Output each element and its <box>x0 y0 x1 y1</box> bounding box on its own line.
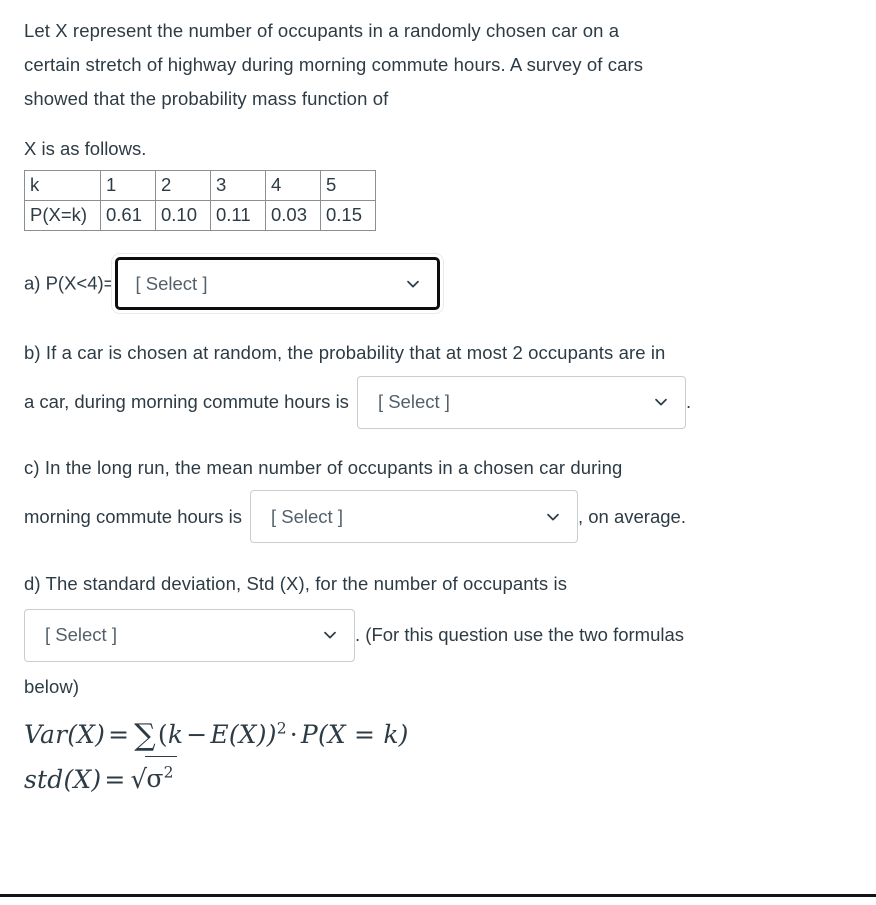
table-cell-p-1: 0.61 <box>100 200 156 231</box>
table-cell-p-4: 0.03 <box>265 200 321 231</box>
table-header-k: k <box>24 170 101 201</box>
part-a-prefix: a) P(X<4)= <box>24 272 115 294</box>
part-c-line-1: c) In the long run, the mean number of o… <box>24 456 623 478</box>
table-cell-p-2: 0.10 <box>155 200 211 231</box>
bottom-divider <box>0 894 876 897</box>
intro-line-2: certain stretch of highway during mornin… <box>24 54 644 75</box>
std-exponent: 2 <box>163 763 174 782</box>
std-sigma: σ <box>146 763 164 793</box>
summation-icon: ∑ <box>134 717 156 753</box>
part-d-select[interactable]: [ Select ] <box>24 608 355 662</box>
part-b-line-1: b) If a car is chosen at random, the pro… <box>24 342 666 363</box>
variance-k: k <box>167 719 184 749</box>
part-b-prefix: a car, during morning commute hours is <box>24 391 349 413</box>
std-formula: std(X) = √σ2 <box>24 755 852 802</box>
chevron-down-icon <box>545 509 561 525</box>
part-c-prefix: morning commute hours is <box>24 505 242 527</box>
part-d-line-3: below) <box>24 675 80 697</box>
problem-statement: Let X represent the number of occupants … <box>24 14 852 116</box>
table-header-probability: P(X=k) <box>24 200 101 231</box>
variance-lhs: Var(X) <box>24 719 106 749</box>
part-c-answer-row: morning commute hours is [ Select ] , on… <box>24 489 852 544</box>
variance-dot: · <box>289 719 298 749</box>
part-c-select[interactable]: [ Select ] <box>249 490 578 544</box>
variance-minus: − <box>186 719 208 749</box>
chevron-down-icon <box>405 276 421 292</box>
variance-ex: E(X)) <box>210 719 277 749</box>
part-b-select-value: [ Select ] <box>377 391 450 413</box>
part-b-suffix: . <box>685 391 692 413</box>
part-b: b) If a car is chosen at random, the pro… <box>24 336 852 429</box>
part-b-answer-row: a car, during morning commute hours is [… <box>24 374 852 429</box>
part-c-select-value: [ Select ] <box>270 505 343 527</box>
variance-open-paren: ( <box>157 719 168 749</box>
variance-equals: = <box>108 719 130 749</box>
part-d-answer-row: [ Select ] . (For this question use the … <box>24 607 852 662</box>
formula-block: Var(X) = ∑(k − E(X))2 · P(X = k) std(X) = √σ2 <box>24 712 852 802</box>
part-a-select[interactable]: [ Select ] <box>114 257 440 310</box>
part-b-select[interactable]: [ Select ] <box>356 375 686 429</box>
pmf-table: k 1 2 3 4 5 P(X=k) 0.61 0.10 0.11 0.03 0… <box>24 170 376 231</box>
part-d-select-value: [ Select ] <box>45 624 117 646</box>
part-c-suffix: , on average. <box>577 505 686 527</box>
part-a: a) P(X<4)= [ Select ] <box>24 257 852 310</box>
part-d: d) The standard deviation, Std (X), for … <box>24 567 852 704</box>
part-c: c) In the long run, the mean number of o… <box>24 451 852 544</box>
table-row: P(X=k) 0.61 0.10 0.11 0.03 0.15 <box>24 200 376 231</box>
table-cell-k-4: 4 <box>265 170 321 201</box>
chevron-down-icon <box>653 394 669 410</box>
part-a-select-value: [ Select ] <box>135 272 208 294</box>
question-page: Let X represent the number of occupants … <box>0 0 876 905</box>
chevron-down-icon <box>322 627 338 643</box>
table-cell-k-3: 3 <box>210 170 266 201</box>
variance-pxk: P(X = k) <box>300 719 409 749</box>
part-d-line-1: d) The standard deviation, Std (X), for … <box>24 573 568 595</box>
table-row: k 1 2 3 4 5 <box>24 170 376 201</box>
table-cell-p-3: 0.11 <box>210 200 266 231</box>
intro-line-1: Let X represent the number of occupants … <box>24 20 620 41</box>
x-is-as-follows: X is as follows. <box>24 138 147 159</box>
intro-line-3: showed that the probability mass functio… <box>24 88 389 109</box>
radicand: σ2 <box>145 755 177 801</box>
std-lhs: std(X) <box>24 764 102 794</box>
part-d-suffix: . (For this question use the two formula… <box>355 624 685 646</box>
table-cell-k-5: 5 <box>320 170 376 201</box>
variance-exponent: 2 <box>276 719 287 738</box>
table-cell-k-2: 2 <box>155 170 211 201</box>
table-cell-k-1: 1 <box>100 170 156 201</box>
variance-formula: Var(X) = ∑(k − E(X))2 · P(X = k) <box>24 712 852 757</box>
table-cell-p-5: 0.15 <box>320 200 376 231</box>
std-equals: = <box>104 764 126 794</box>
square-root-icon: √σ2 <box>129 755 177 802</box>
